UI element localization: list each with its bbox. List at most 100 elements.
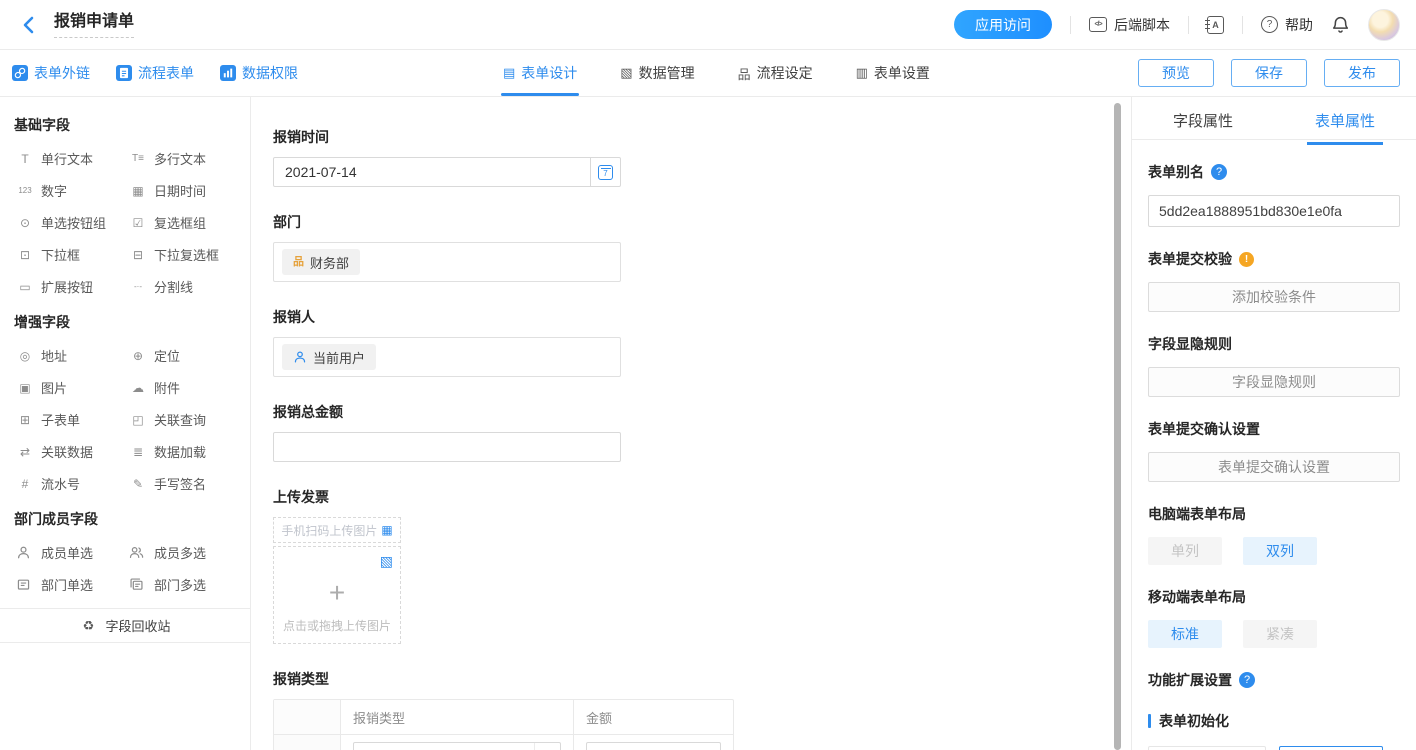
date-picker-button[interactable]: 7 — [591, 157, 621, 187]
field-label: 报销时间 — [273, 127, 621, 147]
designer-toolbar: 表单外链 流程表单 数据权限 ▤ 表单设计 ▧ 数据管理 — [0, 50, 1416, 97]
field-item-image[interactable]: ▣图片 — [16, 378, 129, 397]
field-item-radio-group[interactable]: ⊙单选按钮组 — [16, 213, 129, 232]
flow-form-button[interactable]: 流程表单 — [116, 63, 194, 83]
mobile-layout-label: 移动端表单布局 — [1148, 587, 1400, 607]
preview-button[interactable]: 预览 — [1138, 59, 1214, 87]
date-input[interactable]: 2021-07-14 — [273, 157, 591, 187]
mobile-layout-standard[interactable]: 标准 — [1148, 620, 1222, 648]
field-item-address[interactable]: ◎地址 — [16, 346, 129, 365]
tab-form-setting[interactable]: ▥ 表单设置 — [856, 50, 930, 96]
multi-line-text-icon: T≡ — [129, 151, 147, 167]
person-icon — [293, 350, 307, 365]
pc-layout-double-column[interactable]: 双列 — [1243, 537, 1317, 565]
field-item-data-load[interactable]: ≣数据加载 — [129, 442, 242, 461]
field-item-attachment[interactable]: ☁附件 — [129, 378, 242, 397]
backend-script-button[interactable]: </> 后端脚本 — [1089, 15, 1170, 35]
subform-row: 1 ▼ — [274, 735, 733, 750]
field-item-multi-select[interactable]: ⊟下拉复选框 — [129, 245, 242, 264]
properties-tab-bar: 字段属性 表单属性 — [1132, 97, 1416, 140]
form-external-link-button[interactable]: 表单外链 — [12, 63, 90, 83]
section-title-enhanced-fields: 增强字段 — [0, 296, 250, 346]
app-access-button[interactable]: 应用访问 — [954, 10, 1052, 39]
subform-table: 报销类型 金额 1 ▼ — [273, 699, 734, 750]
help-icon[interactable]: ? — [1239, 672, 1255, 688]
tab-field-properties[interactable]: 字段属性 — [1132, 97, 1274, 139]
dept-tag: 品 财务部 — [282, 249, 360, 275]
scan-qr-upload-button[interactable]: 手机扫码上传图片 ▦ — [273, 517, 401, 543]
field-item-checkbox-group[interactable]: ☑复选框组 — [129, 213, 242, 232]
field-item-linked-data[interactable]: ⇄关联数据 — [16, 442, 129, 461]
dept-multi-icon — [129, 577, 147, 592]
canvas-scrollbar[interactable] — [1114, 103, 1121, 750]
tab-form-design[interactable]: ▤ 表单设计 — [503, 50, 577, 96]
amount-input[interactable] — [273, 432, 621, 462]
form-field-dept[interactable]: 部门 品 财务部 — [273, 212, 621, 282]
avatar[interactable] — [1368, 9, 1400, 41]
amount-cell-input[interactable] — [586, 742, 721, 750]
back-button[interactable] — [16, 13, 40, 37]
tab-form-properties[interactable]: 表单属性 — [1274, 97, 1416, 139]
init-tab-data-assistant[interactable]: 数据助手 — [1148, 746, 1266, 750]
index-header-cell — [274, 700, 341, 734]
mobile-layout-compact[interactable]: 紧凑 — [1243, 620, 1317, 648]
save-button[interactable]: 保存 — [1231, 59, 1307, 87]
field-item-signature[interactable]: ✎手写签名 — [129, 474, 242, 493]
divider — [1242, 16, 1243, 34]
image-upload-dropzone[interactable]: ▧ + 点击或拖拽上传图片 — [273, 546, 401, 644]
help-icon[interactable]: ? — [1211, 164, 1227, 180]
signature-icon: ✎ — [129, 476, 147, 492]
field-label: 上传发票 — [273, 487, 621, 507]
field-item-divider[interactable]: -·-分割线 — [129, 277, 242, 296]
dept-picker[interactable]: 品 财务部 — [273, 242, 621, 282]
field-item-datetime[interactable]: ▦日期时间 — [129, 181, 242, 200]
calendar-icon: 7 — [598, 165, 613, 180]
form-canvas: 报销时间 2021-07-14 7 部门 品 财务部 报销人 — [252, 97, 1131, 750]
field-item-member-single[interactable]: 成员单选 — [16, 543, 129, 562]
field-visibility-button[interactable]: 字段显隐规则 — [1148, 367, 1400, 397]
form-field-member[interactable]: 报销人 当前用户 — [273, 307, 621, 377]
field-item-number[interactable]: 123数字 — [16, 181, 129, 200]
select-icon: ⊡ — [16, 247, 34, 263]
expense-type-select[interactable]: ▼ — [353, 742, 561, 750]
field-item-linked-query[interactable]: ◰关联查询 — [129, 410, 242, 429]
publish-button[interactable]: 发布 — [1324, 59, 1400, 87]
member-picker[interactable]: 当前用户 — [273, 337, 621, 377]
form-field-invoice-upload[interactable]: 上传发票 手机扫码上传图片 ▦ ▧ + 点击或拖拽上传图片 — [273, 487, 621, 644]
field-item-member-multi[interactable]: 成员多选 — [129, 543, 242, 562]
form-design-icon: ▤ — [503, 65, 515, 81]
form-field-subform[interactable]: 报销类型 报销类型 金额 1 ▼ — [273, 669, 621, 750]
tab-flow-setting[interactable]: 品 流程设定 — [738, 50, 813, 96]
back-chevron-icon — [23, 16, 34, 34]
init-tab-function-module[interactable]: 功能模块 — [1279, 746, 1383, 750]
tab-data-manage[interactable]: ▧ 数据管理 — [620, 50, 694, 96]
field-item-dept-multi[interactable]: 部门多选 — [129, 575, 242, 594]
qr-code-icon: ▦ — [381, 523, 392, 537]
field-recycle-bin[interactable]: ♻ 字段回收站 — [0, 608, 250, 643]
field-label: 部门 — [273, 212, 621, 232]
field-item-single-line-text[interactable]: T单行文本 — [16, 149, 129, 168]
picture-icon: ▧ — [380, 554, 393, 568]
linked-data-icon: ⇄ — [16, 444, 34, 460]
notification-button[interactable] — [1331, 15, 1350, 35]
field-item-serial-number[interactable]: #流水号 — [16, 474, 129, 493]
help-button[interactable]: ? 帮助 — [1261, 15, 1313, 35]
pc-layout-single-column[interactable]: 单列 — [1148, 537, 1222, 565]
field-item-multi-line-text[interactable]: T≡多行文本 — [129, 149, 242, 168]
data-load-icon: ≣ — [129, 444, 147, 460]
field-item-subform[interactable]: ⊞子表单 — [16, 410, 129, 429]
glossary-button[interactable]: A — [1207, 16, 1224, 34]
field-item-extend-button[interactable]: ▭扩展按钮 — [16, 277, 129, 296]
form-field-date[interactable]: 报销时间 2021-07-14 7 — [273, 127, 621, 187]
add-check-condition-button[interactable]: 添加校验条件 — [1148, 282, 1400, 312]
form-alias-input[interactable] — [1148, 195, 1400, 227]
serial-number-icon: # — [16, 476, 34, 492]
form-field-amount[interactable]: 报销总金额 — [273, 402, 621, 462]
bell-icon — [1331, 15, 1350, 35]
submit-confirm-button[interactable]: 表单提交确认设置 — [1148, 452, 1400, 482]
field-item-dept-single[interactable]: 部门单选 — [16, 575, 129, 594]
form-designer-app: 报销申请单 应用访问 </> 后端脚本 A ? 帮助 — [0, 0, 1416, 750]
field-item-location[interactable]: ⊕定位 — [129, 346, 242, 365]
field-item-select[interactable]: ⊡下拉框 — [16, 245, 129, 264]
data-permission-button[interactable]: 数据权限 — [220, 63, 298, 83]
